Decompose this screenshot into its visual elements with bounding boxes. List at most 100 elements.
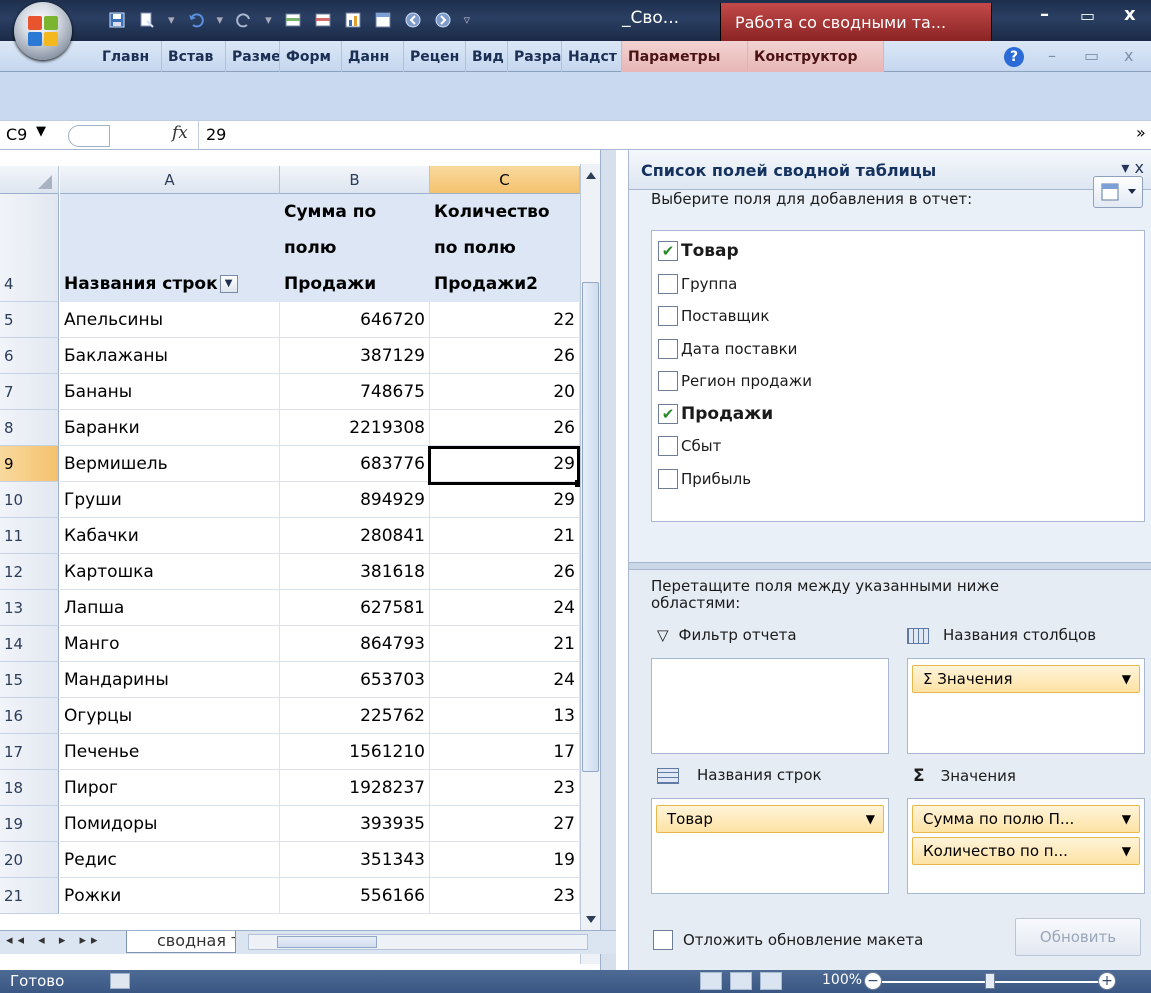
page-layout-view-icon[interactable] xyxy=(730,972,752,990)
name-box[interactable]: C9 xyxy=(0,121,60,149)
cell-count[interactable]: 22 xyxy=(430,302,580,338)
values-item-count[interactable]: Количество по п... ▼ xyxy=(912,837,1140,865)
undo-icon[interactable] xyxy=(183,7,209,33)
normal-view-icon[interactable] xyxy=(700,972,722,990)
help-icon[interactable]: ? xyxy=(1004,47,1024,67)
row-header[interactable]: 5 xyxy=(0,302,59,338)
filter-dropdown-icon[interactable]: ▼ xyxy=(219,275,238,293)
tab-developer[interactable]: Разра xyxy=(508,41,562,72)
customize-toolbar-icon[interactable]: ▿ xyxy=(464,13,471,28)
forward-circle-icon[interactable] xyxy=(430,7,456,33)
ribbon-minimize-icon[interactable]: – xyxy=(1048,46,1056,65)
row-labels-zone[interactable]: Товар ▼ xyxy=(651,798,889,894)
pill-dropdown-icon[interactable]: ▼ xyxy=(1122,806,1131,832)
macro-record-icon[interactable] xyxy=(110,973,130,989)
field-item[interactable]: Поставщик xyxy=(658,300,769,332)
tab-page-layout[interactable]: Разме xyxy=(226,41,280,72)
cell-sum[interactable]: 556166 xyxy=(280,878,430,914)
cell-sum[interactable]: 351343 xyxy=(280,842,430,878)
zoom-in-icon[interactable]: + xyxy=(1098,972,1116,990)
vertical-scrollbar[interactable] xyxy=(580,164,600,964)
cell-sum[interactable]: 894929 xyxy=(280,482,430,518)
field-item[interactable]: Прибыль xyxy=(658,463,751,495)
formula-input[interactable]: 29 xyxy=(206,125,226,144)
row-header[interactable]: 8 xyxy=(0,410,59,446)
formula-cancel-pill[interactable] xyxy=(68,125,110,147)
field-item[interactable]: ✔ Товар xyxy=(658,235,739,267)
page-break-view-icon[interactable] xyxy=(760,972,782,990)
maximize-button[interactable]: ▭ xyxy=(1080,6,1095,25)
panel-splitter[interactable] xyxy=(629,562,1151,570)
tab-options[interactable]: Параметры xyxy=(622,41,748,72)
defer-update-checkbox[interactable] xyxy=(653,930,673,950)
column-header-b[interactable]: B xyxy=(280,166,430,194)
field-checkbox[interactable] xyxy=(658,273,678,294)
insert-function-icon[interactable]: fx xyxy=(172,123,188,143)
row-header[interactable]: 9 xyxy=(0,446,59,482)
cell-sum[interactable]: 280841 xyxy=(280,518,430,554)
row-header[interactable]: 11 xyxy=(0,518,59,554)
cell-sum[interactable]: 1928237 xyxy=(280,770,430,806)
cell-count[interactable]: 26 xyxy=(430,554,580,590)
field-checkbox[interactable] xyxy=(658,306,678,326)
column-header-a[interactable]: A xyxy=(60,166,280,194)
office-button[interactable] xyxy=(14,2,72,60)
cell-product[interactable]: Кабачки xyxy=(60,518,280,554)
zoom-slider-thumb[interactable] xyxy=(985,973,995,989)
cell-sum[interactable]: 627581 xyxy=(280,590,430,626)
tab-addins[interactable]: Надст xyxy=(562,41,622,72)
cell-product[interactable]: Пирог xyxy=(60,770,280,806)
values-item-sum[interactable]: Сумма по полю П... ▼ xyxy=(912,805,1140,833)
cell-product[interactable]: Баранки xyxy=(60,410,280,446)
field-item[interactable]: Регион продажи xyxy=(658,365,812,397)
tab-formulas[interactable]: Форм xyxy=(280,41,342,72)
report-filter-zone[interactable] xyxy=(651,658,889,754)
cell-sum[interactable]: 748675 xyxy=(280,374,430,410)
cell-product[interactable]: Вермишель xyxy=(60,446,280,482)
cell-count[interactable]: 20 xyxy=(430,374,580,410)
cell-count[interactable]: 26 xyxy=(430,410,580,446)
cell-product[interactable]: Груши xyxy=(60,482,280,518)
cell-count[interactable]: 13 xyxy=(430,698,580,734)
field-checkbox[interactable] xyxy=(658,436,678,456)
expand-formula-bar-icon[interactable]: » xyxy=(1136,123,1146,142)
tab-insert[interactable]: Встав xyxy=(162,41,226,72)
cell-product[interactable]: Рожки xyxy=(60,878,280,914)
cell-sum[interactable]: 2219308 xyxy=(280,410,430,446)
cell-product[interactable]: Помидоры xyxy=(60,806,280,842)
row-header[interactable]: 16 xyxy=(0,698,59,734)
field-list-layout-button[interactable] xyxy=(1093,176,1143,208)
pill-dropdown-icon[interactable]: ▼ xyxy=(866,806,875,832)
row-header[interactable]: 21 xyxy=(0,878,59,914)
pane-splitter[interactable] xyxy=(600,150,616,970)
column-values-pill[interactable]: Σ Значения ▼ xyxy=(912,665,1140,693)
header-row-labels[interactable]: Названия строк ▼ xyxy=(64,266,238,302)
row-header[interactable]: 18 xyxy=(0,770,59,806)
minimize-button[interactable]: – xyxy=(1040,4,1049,25)
row-header[interactable]: 10 xyxy=(0,482,59,518)
cell-product[interactable]: Апельсины xyxy=(60,302,280,338)
field-checkbox[interactable] xyxy=(658,468,678,489)
dropdown-arrow-icon[interactable]: ▾ xyxy=(168,13,175,28)
cell-sum[interactable]: 225762 xyxy=(280,698,430,734)
row-header[interactable]: 7 xyxy=(0,374,59,410)
cell-sum[interactable]: 683776 xyxy=(280,446,430,482)
row-item-pill[interactable]: Товар ▼ xyxy=(656,805,884,833)
active-cell-selection[interactable] xyxy=(428,446,580,485)
cell-count[interactable]: 21 xyxy=(430,626,580,662)
close-button[interactable]: x xyxy=(1124,4,1136,25)
cell-count[interactable]: 24 xyxy=(430,662,580,698)
values-zone[interactable]: Сумма по полю П... ▼ Количество по п... ▼ xyxy=(907,798,1145,894)
field-checkbox[interactable]: ✔ xyxy=(658,403,678,424)
cell-count[interactable]: 17 xyxy=(430,734,580,770)
row-header-4[interactable]: 4 xyxy=(0,194,59,302)
cell-product[interactable]: Манго xyxy=(60,626,280,662)
cell-count[interactable]: 23 xyxy=(430,878,580,914)
cell-count[interactable]: 27 xyxy=(430,806,580,842)
zoom-level[interactable]: 100% xyxy=(822,972,862,988)
h-scroll-thumb[interactable] xyxy=(277,936,377,948)
tab-view[interactable]: Вид xyxy=(466,41,508,72)
row-header[interactable]: 13 xyxy=(0,590,59,626)
name-box-dropdown-icon[interactable]: ▼ xyxy=(36,124,46,139)
cell-product[interactable]: Картошка xyxy=(60,554,280,590)
